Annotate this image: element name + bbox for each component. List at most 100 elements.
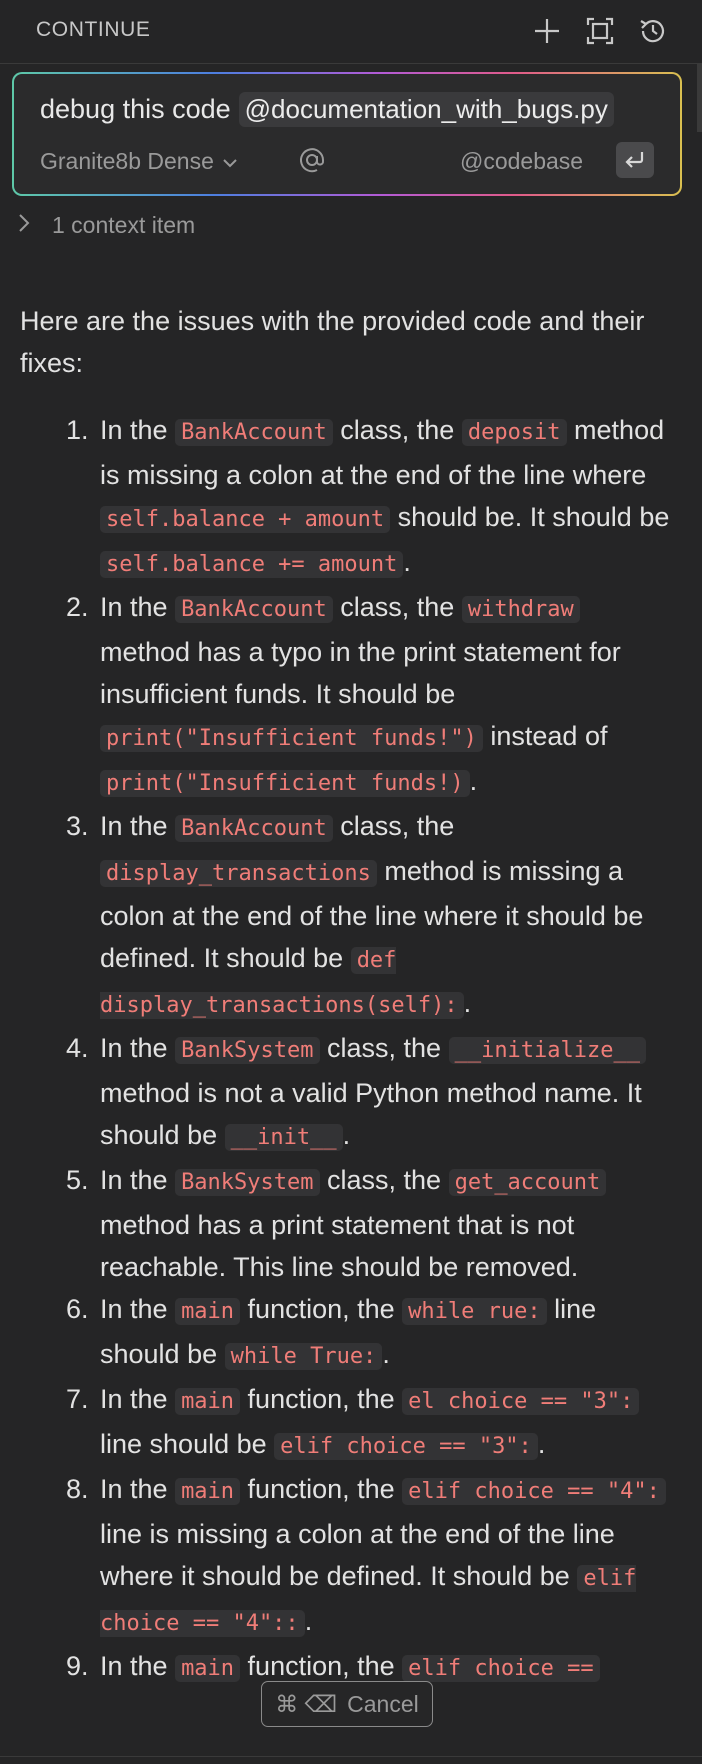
inline-code: elif choice == "3": bbox=[274, 1433, 538, 1460]
chevron-down-icon bbox=[222, 148, 238, 175]
list-item-text: instead of bbox=[482, 721, 608, 751]
list-item-text: In the bbox=[100, 1384, 176, 1414]
inline-code: display_transactions bbox=[100, 860, 377, 887]
plus-icon[interactable] bbox=[530, 14, 564, 48]
list-item-text: method has a typo in the print statement… bbox=[100, 637, 621, 709]
list-item: 7. In the main function, the el choice ==… bbox=[54, 1378, 674, 1468]
list-item-number: 2. bbox=[66, 592, 89, 622]
list-item-text: In the bbox=[100, 592, 176, 622]
chat-input-inner: debug this code @documentation_with_bugs… bbox=[14, 74, 680, 194]
inline-code: main bbox=[175, 1655, 241, 1682]
list-item-text: method is not a valid Python method name… bbox=[100, 1078, 642, 1150]
at-icon[interactable] bbox=[296, 144, 328, 176]
chevron-right-icon bbox=[18, 212, 30, 239]
cancel-label: Cancel bbox=[347, 1690, 419, 1717]
context-items-toggle[interactable]: 1 context item bbox=[18, 212, 195, 239]
list-item: 6. In the main function, the while rue: l… bbox=[54, 1288, 674, 1378]
list-item-text: . bbox=[382, 1339, 390, 1369]
inline-code: while rue: bbox=[402, 1298, 547, 1325]
inline-code: elif choice == "4": bbox=[402, 1478, 666, 1505]
inline-code: self.balance + amount bbox=[100, 506, 391, 533]
list-item-number: 5. bbox=[66, 1165, 89, 1195]
list-item-text: class, the bbox=[332, 811, 455, 841]
inline-code: elif choice == bbox=[402, 1655, 600, 1682]
list-item-text: class, the bbox=[319, 1165, 449, 1195]
list-item-number: 4. bbox=[66, 1033, 89, 1063]
list-item-text: function, the bbox=[240, 1294, 403, 1324]
list-item-text: In the bbox=[100, 1474, 176, 1504]
model-selector[interactable]: Granite8b Dense bbox=[40, 148, 238, 175]
list-item-text: . bbox=[469, 766, 478, 796]
fullscreen-icon[interactable] bbox=[583, 14, 617, 48]
list-item-number: 7. bbox=[66, 1384, 89, 1414]
list-item-text: . bbox=[304, 1606, 313, 1636]
inline-code: BankAccount bbox=[175, 815, 333, 842]
list-item: 3. In the BankAccount class, the display_… bbox=[54, 805, 674, 1027]
scroll-indicator bbox=[697, 64, 702, 132]
inline-code: BankSystem bbox=[175, 1037, 320, 1064]
list-item-text: In the bbox=[100, 1294, 176, 1324]
codebase-button[interactable]: @codebase bbox=[460, 148, 583, 175]
list-item-text: In the bbox=[100, 811, 176, 841]
inline-code: main bbox=[175, 1478, 241, 1505]
list-item-number: 6. bbox=[66, 1294, 89, 1324]
inline-code: print("Insufficient funds!") bbox=[100, 725, 483, 752]
chat-input-box[interactable]: debug this code @documentation_with_bugs… bbox=[12, 72, 682, 196]
list-item-number: 3. bbox=[66, 811, 89, 841]
list-item-text: function, the bbox=[240, 1384, 403, 1414]
list-item-text: class, the bbox=[319, 1033, 449, 1063]
inline-code: main bbox=[175, 1298, 241, 1325]
inline-code: get_account bbox=[448, 1169, 607, 1196]
list-item-text: should be. It should be bbox=[390, 502, 670, 532]
list-item-text: In the bbox=[100, 1651, 176, 1681]
cancel-button[interactable]: ⌘ ⌫ Cancel bbox=[261, 1681, 433, 1727]
inline-code: __initialize__ bbox=[448, 1037, 647, 1064]
list-item-text: . bbox=[403, 547, 411, 577]
cancel-shortcut: ⌘ ⌫ bbox=[275, 1690, 338, 1717]
list-item-text: function, the bbox=[240, 1474, 403, 1504]
list-item: 1. In the BankAccount class, the deposit … bbox=[54, 409, 674, 586]
list-item-text: . bbox=[342, 1120, 351, 1150]
list-item: 4. In the BankSystem class, the __initial… bbox=[54, 1027, 674, 1159]
list-item-text: class, the bbox=[332, 592, 462, 622]
list-item-text: . bbox=[463, 988, 472, 1018]
context-items-label: 1 context item bbox=[52, 212, 196, 238]
inline-code: BankAccount bbox=[175, 596, 333, 623]
inline-code: BankSystem bbox=[175, 1169, 320, 1196]
inline-code: withdraw bbox=[461, 596, 580, 623]
inline-code: while True: bbox=[224, 1343, 383, 1370]
divider bbox=[0, 1756, 702, 1757]
list-item-text: . bbox=[537, 1429, 546, 1459]
inline-code: main bbox=[175, 1388, 241, 1415]
inline-code: self.balance += amount bbox=[100, 551, 404, 578]
list-item: 5. In the BankSystem class, the get_accou… bbox=[54, 1159, 674, 1288]
list-item-text: line is missing a colon at the end of th… bbox=[100, 1519, 615, 1591]
list-item-text: In the bbox=[100, 1033, 176, 1063]
history-icon[interactable] bbox=[636, 14, 670, 48]
list-item-text: line should be bbox=[100, 1429, 275, 1459]
list-item-number: 9. bbox=[66, 1651, 89, 1681]
chat-input-text: debug this code bbox=[40, 94, 231, 124]
inline-code: el choice == "3": bbox=[402, 1388, 640, 1415]
inline-code: __init__ bbox=[224, 1124, 343, 1151]
response-intro: Here are the issues with the provided co… bbox=[20, 306, 645, 378]
inline-code: BankAccount bbox=[175, 419, 333, 446]
chat-input-field[interactable]: debug this code @documentation_with_bugs… bbox=[40, 92, 614, 127]
list-item: 8. In the main function, the elif choice … bbox=[54, 1468, 674, 1645]
list-item-text: function, the bbox=[240, 1651, 403, 1681]
file-mention-chip[interactable]: @documentation_with_bugs.py bbox=[238, 92, 614, 127]
inline-code: deposit bbox=[461, 419, 567, 446]
list-item-text: In the bbox=[100, 415, 176, 445]
panel-title: CONTINUE bbox=[36, 18, 151, 41]
inline-code: print("Insufficient funds!) bbox=[100, 770, 470, 797]
list-item: 2. In the BankAccount class, the withdraw… bbox=[54, 586, 674, 805]
list-item-number: 1. bbox=[66, 415, 89, 445]
panel-header: CONTINUE bbox=[0, 0, 702, 64]
list-item-text: method has a print statement that is not… bbox=[100, 1210, 579, 1282]
enter-icon[interactable] bbox=[616, 142, 654, 178]
list-item-text: class, the bbox=[332, 415, 462, 445]
list-item-number: 8. bbox=[66, 1474, 89, 1504]
issues-list: 1. In the BankAccount class, the deposit … bbox=[54, 409, 674, 1690]
list-item-text: In the bbox=[100, 1165, 176, 1195]
model-name: Granite8b Dense bbox=[40, 148, 214, 174]
